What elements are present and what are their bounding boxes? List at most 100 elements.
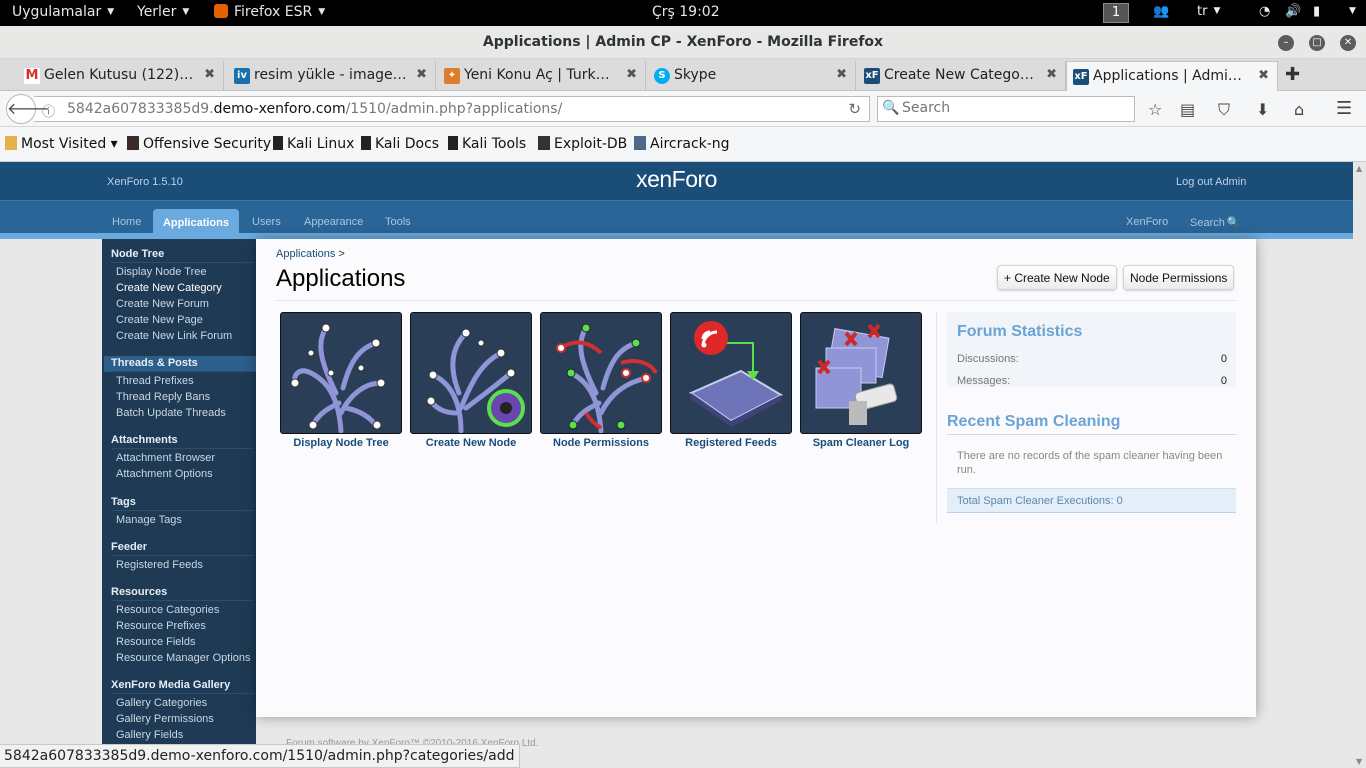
sidebar-item-attachment-browser[interactable]: Attachment Browser: [116, 452, 215, 464]
sidebar-item-gallery-permissions[interactable]: Gallery Permissions: [116, 713, 214, 725]
tab-skype[interactable]: S Skype ✖: [648, 61, 856, 91]
sidebar-item-create-new-category[interactable]: Create New Category: [116, 282, 222, 294]
close-tab-icon[interactable]: ✖: [1258, 68, 1269, 83]
volume-icon[interactable]: 🔊: [1285, 4, 1301, 19]
sidebar-item-attachment-options[interactable]: Attachment Options: [116, 468, 213, 480]
bookmark-star-icon[interactable]: ☆: [1148, 100, 1162, 119]
sidebar-item-create-new-page[interactable]: Create New Page: [116, 314, 203, 326]
tab-imgbox[interactable]: iv resim yükle - image u... ✖: [228, 61, 436, 91]
scroll-up-icon[interactable]: ▲: [1356, 164, 1362, 173]
sidebar-heading-attachments[interactable]: Attachments: [111, 434, 178, 446]
close-tab-icon[interactable]: ✖: [416, 67, 427, 82]
app-label[interactable]: Display Node Tree: [276, 437, 406, 449]
node-permissions-icon[interactable]: [540, 312, 662, 434]
close-tab-icon[interactable]: ✖: [626, 67, 637, 82]
sidebar-heading-tags[interactable]: Tags: [111, 496, 136, 508]
maximize-button[interactable]: □: [1309, 35, 1325, 51]
url-bar[interactable]: ⓘ 5842a607833385d9.demo-xenforo.com/1510…: [34, 96, 870, 122]
sidebar-item-create-new-forum[interactable]: Create New Forum: [116, 298, 209, 310]
node-permissions-button[interactable]: Node Permissions: [1123, 265, 1235, 290]
close-tab-icon[interactable]: ✖: [836, 67, 847, 82]
search-input[interactable]: [902, 100, 1122, 116]
sidebar-heading-resources[interactable]: Resources: [111, 586, 167, 598]
kali-dragon-icon: [273, 136, 283, 150]
sidebar-item-registered-feeds[interactable]: Registered Feeds: [116, 559, 203, 571]
new-tab-button[interactable]: ✚: [1285, 64, 1300, 85]
sidebar-item-resource-manager-options[interactable]: Resource Manager Options: [116, 652, 251, 664]
sidebar-item-display-node-tree[interactable]: Display Node Tree: [116, 266, 207, 278]
logout-link[interactable]: Log out Admin: [1176, 176, 1246, 188]
bookmark-kali-docs[interactable]: Kali Docs: [361, 136, 439, 152]
sidebar-item-resource-categories[interactable]: Resource Categories: [116, 604, 219, 616]
close-tab-icon[interactable]: ✖: [204, 67, 215, 82]
minimize-button[interactable]: –: [1278, 35, 1294, 51]
sidebar-item-batch-update-threads[interactable]: Batch Update Threads: [116, 407, 226, 419]
spam-cleaner-log-icon[interactable]: [800, 312, 922, 434]
workspace-indicator[interactable]: 1: [1103, 3, 1129, 23]
keyboard-layout[interactable]: tr ▼: [1197, 4, 1220, 19]
clock[interactable]: Çrş 19:02: [652, 4, 720, 20]
nav-appearance[interactable]: Appearance: [304, 216, 363, 228]
nav-search[interactable]: Search 🔍: [1190, 216, 1241, 229]
bookmark-aircrack[interactable]: Aircrack-ng: [634, 136, 730, 152]
pocket-icon[interactable]: ⛉: [1218, 100, 1230, 120]
wifi-icon[interactable]: ◔: [1259, 4, 1270, 19]
stat-value: 0: [1220, 353, 1227, 365]
bookmark-kali-linux[interactable]: Kali Linux: [273, 136, 354, 152]
sidebar-heading-threads-posts[interactable]: Threads & Posts: [111, 357, 198, 369]
sidebar-item-resource-prefixes[interactable]: Resource Prefixes: [116, 620, 206, 632]
sidebar-item-manage-tags[interactable]: Manage Tags: [116, 514, 182, 526]
firefox-app-menu[interactable]: Firefox ESR ▼: [214, 4, 325, 20]
breadcrumb-link[interactable]: Applications: [276, 248, 335, 260]
sidebar-item-gallery-categories[interactable]: Gallery Categories: [116, 697, 207, 709]
create-new-node-icon[interactable]: [410, 312, 532, 434]
xenforo-logo[interactable]: xenForo: [0, 166, 1353, 193]
create-new-node-button[interactable]: + Create New Node: [997, 265, 1117, 290]
bookmark-label: Offensive Security: [143, 136, 272, 152]
download-icon[interactable]: ⬇: [1256, 100, 1269, 119]
search-box[interactable]: 🔍: [877, 96, 1135, 122]
sidebar-item-create-new-link-forum[interactable]: Create New Link Forum: [116, 330, 232, 342]
reload-icon[interactable]: ↻: [848, 100, 861, 118]
scroll-down-icon[interactable]: ▼: [1356, 757, 1362, 766]
reading-list-icon[interactable]: ▤: [1180, 100, 1195, 119]
app-label[interactable]: Node Permissions: [536, 437, 666, 449]
close-window-button[interactable]: ✕: [1340, 35, 1356, 51]
nav-users[interactable]: Users: [252, 216, 281, 228]
sidebar-heading-media-gallery[interactable]: XenForo Media Gallery: [111, 679, 230, 691]
tab-create-category[interactable]: xF Create New Category ... ✖: [858, 61, 1066, 91]
nav-tools[interactable]: Tools: [385, 216, 411, 228]
back-button[interactable]: 🡐: [6, 94, 50, 124]
page-scrollbar[interactable]: ▲ ▼: [1353, 162, 1366, 768]
home-icon[interactable]: ⌂: [1294, 100, 1304, 119]
folder-icon: [5, 136, 17, 150]
system-menu-chevron-icon[interactable]: ▼: [1343, 4, 1356, 19]
sidebar-heading-feeder[interactable]: Feeder: [111, 541, 147, 553]
bookmark-exploit-db[interactable]: Exploit-DB: [538, 136, 627, 152]
applications-menu[interactable]: Uygulamalar ▼: [12, 4, 114, 20]
bookmark-kali-tools[interactable]: Kali Tools: [448, 136, 526, 152]
bookmark-offensive-security[interactable]: Offensive Security: [127, 136, 271, 152]
users-icon[interactable]: 👥: [1153, 4, 1169, 19]
sidebar-item-gallery-fields[interactable]: Gallery Fields: [116, 729, 183, 741]
display-node-tree-icon[interactable]: [280, 312, 402, 434]
tab-applications[interactable]: xF Applications | Admin ... ✖: [1066, 61, 1278, 91]
places-menu[interactable]: Yerler ▼: [137, 4, 189, 20]
sidebar-heading-node-tree[interactable]: Node Tree: [111, 248, 164, 260]
bookmark-most-visited[interactable]: Most Visited ▾: [5, 136, 118, 152]
nav-applications[interactable]: Applications: [153, 209, 239, 235]
sidebar-item-resource-fields[interactable]: Resource Fields: [116, 636, 195, 648]
registered-feeds-icon[interactable]: [670, 312, 792, 434]
battery-icon[interactable]: ▮: [1313, 4, 1320, 19]
sidebar-item-thread-prefixes[interactable]: Thread Prefixes: [116, 375, 194, 387]
app-label[interactable]: Create New Node: [406, 437, 536, 449]
app-label[interactable]: Spam Cleaner Log: [796, 437, 926, 449]
nav-home[interactable]: Home: [112, 216, 141, 228]
tab-gmail[interactable]: M Gelen Kutusu (122) - ... ✖: [18, 61, 224, 91]
tab-turkmen[interactable]: ✦ Yeni Konu Aç | Turkm... ✖: [438, 61, 646, 91]
close-tab-icon[interactable]: ✖: [1046, 67, 1057, 82]
sidebar-item-thread-reply-bans[interactable]: Thread Reply Bans: [116, 391, 210, 403]
app-label[interactable]: Registered Feeds: [666, 437, 796, 449]
hamburger-menu-icon[interactable]: ☰: [1336, 98, 1352, 119]
nav-xenforo[interactable]: XenForo: [1126, 216, 1168, 228]
